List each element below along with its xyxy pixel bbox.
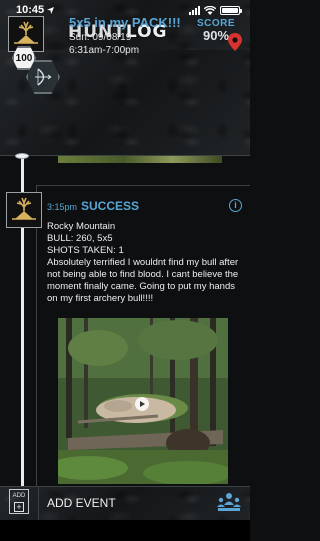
event-detail-line: SHOTS TAKEN: 1 xyxy=(47,245,124,256)
wifi-icon xyxy=(204,5,216,15)
map-pin-icon[interactable] xyxy=(228,33,242,51)
location-arrow-icon xyxy=(47,6,55,14)
event-details: Rocky Mountain BULL: 260, 5x5 SHOTS TAKE… xyxy=(47,221,247,305)
status-icons xyxy=(189,5,242,15)
event-time: 3:15pm xyxy=(47,202,78,212)
battery-icon xyxy=(220,5,242,15)
status-time: 10:45 xyxy=(16,4,55,16)
cellular-signal-icon xyxy=(189,5,200,15)
elk-icon xyxy=(12,197,36,220)
event-detail-line: Rocky Mountain xyxy=(47,221,116,232)
hunting-party-icon[interactable] xyxy=(216,491,242,513)
bottom-divider xyxy=(38,486,39,520)
event-elk-badge xyxy=(6,192,42,228)
status-bar: 10:45 xyxy=(0,0,250,20)
add-event-button[interactable]: ADD EVENT xyxy=(47,496,116,510)
home-indicator-area xyxy=(0,520,250,541)
play-button-icon[interactable] xyxy=(135,397,149,411)
timeline-node xyxy=(15,153,29,159)
event-description: Absolutely terrified I wouldnt find my b… xyxy=(47,257,239,304)
event-type: SUCCESS xyxy=(81,199,140,213)
clock-time: 10:45 xyxy=(16,4,45,16)
event-detail-line: BULL: 260, 5x5 xyxy=(47,233,113,244)
previous-event-photo-strip[interactable] xyxy=(58,156,222,163)
info-icon[interactable]: i xyxy=(229,199,242,212)
compound-bow-icon xyxy=(35,68,52,86)
hunt-time-range: 6:31am-7:00pm xyxy=(69,45,140,56)
add-button[interactable]: ADD + xyxy=(9,489,29,514)
add-label: ADD xyxy=(12,493,26,499)
hunt-date: Sun: 09/08/19 xyxy=(69,32,132,43)
elk-icon xyxy=(14,21,38,44)
plus-icon: + xyxy=(14,502,24,512)
